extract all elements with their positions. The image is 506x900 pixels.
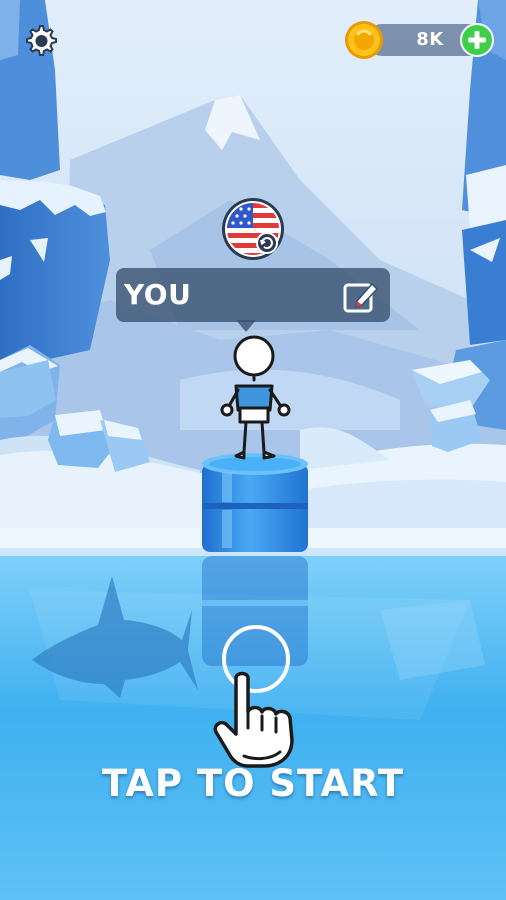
edit-pencil-icon[interactable] <box>340 276 380 316</box>
player-name-box: YOU <box>116 268 390 332</box>
coin-balance: 8K <box>344 20 494 60</box>
usa-flag-icon <box>222 198 284 260</box>
plus-icon[interactable] <box>460 23 494 57</box>
player-name: YOU <box>124 278 192 311</box>
settings-button[interactable] <box>19 20 61 62</box>
coin-icon <box>345 21 383 59</box>
country-flag-button[interactable] <box>221 197 285 261</box>
tap-to-start-label: TAP TO START <box>101 762 405 805</box>
game-screen[interactable]: 8K YOU TAP TO START <box>0 0 506 900</box>
gear-icon <box>26 25 57 56</box>
coin-amount: 8K <box>416 29 444 50</box>
pillar-reflection <box>202 556 308 666</box>
pillar <box>202 453 308 552</box>
tap-hand-icon <box>213 671 294 768</box>
name-box-pointer <box>236 320 256 332</box>
